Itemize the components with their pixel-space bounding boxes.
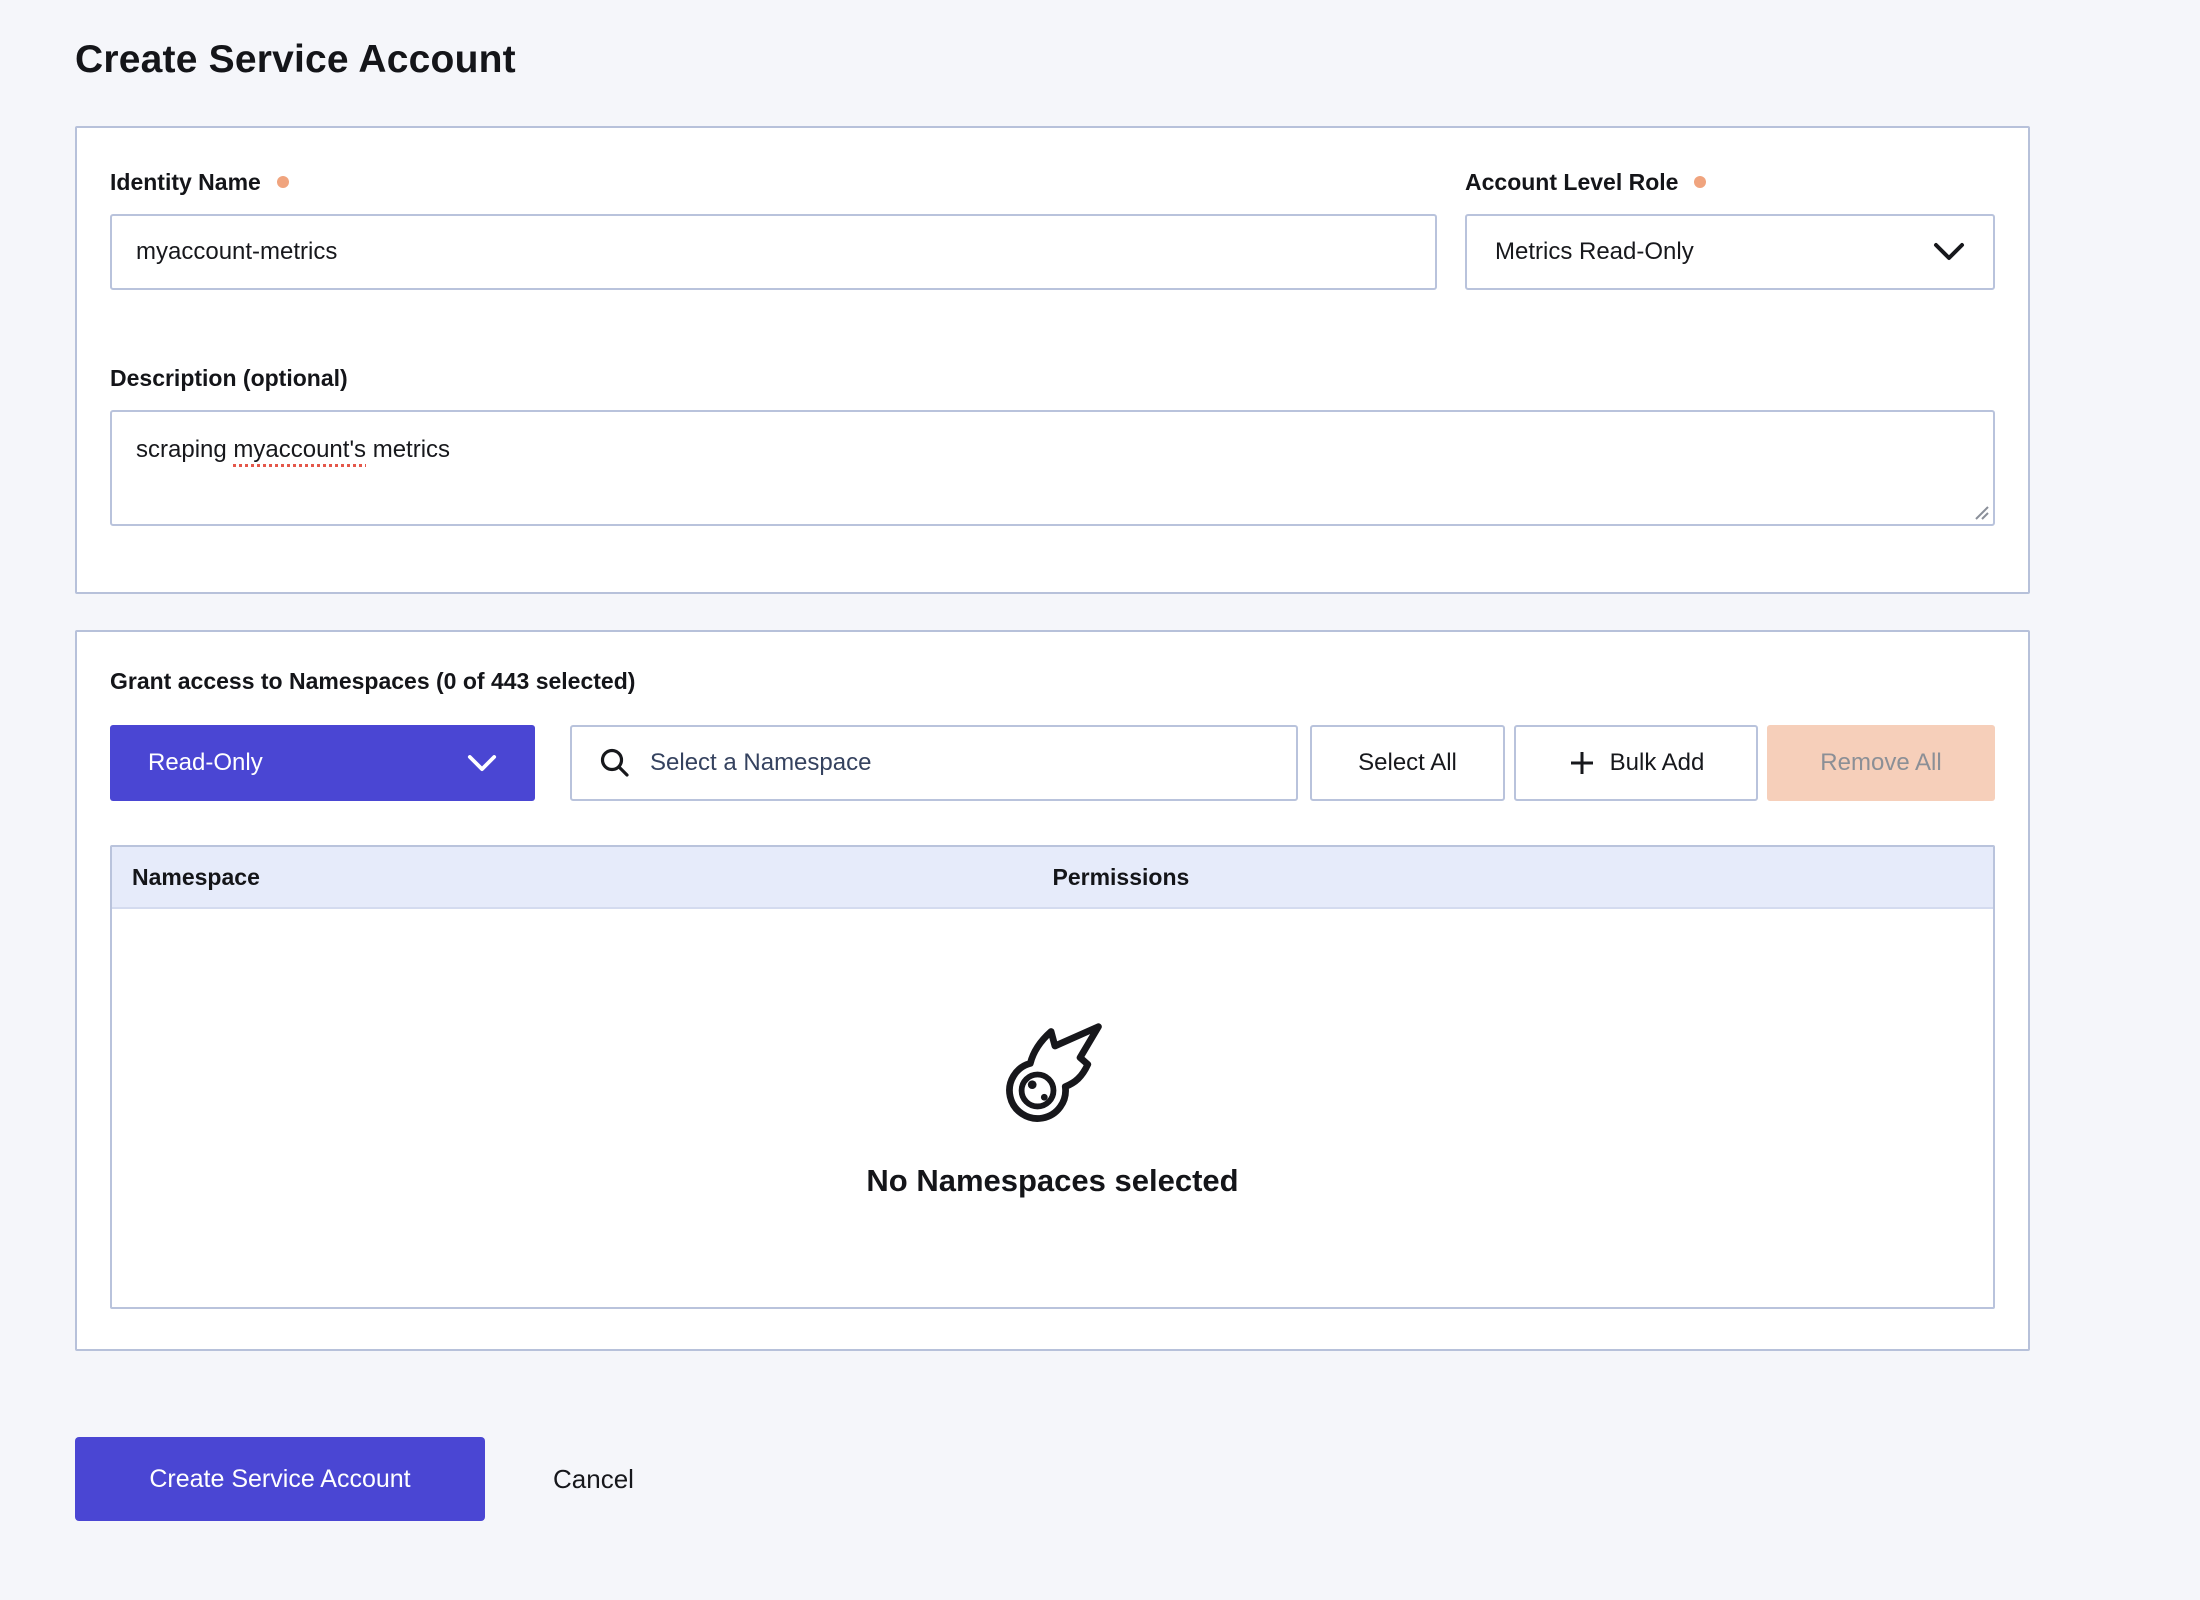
namespaces-empty-state: No Namespaces selected — [112, 909, 1993, 1307]
bulk-add-label: Bulk Add — [1610, 749, 1705, 777]
description-text: scraping — [136, 436, 233, 463]
details-card: Identity Name Account Level Role Metrics… — [75, 126, 2030, 594]
column-header-namespace: Namespace — [112, 864, 1053, 891]
permission-role-dropdown[interactable]: Read-Only — [110, 725, 535, 801]
identity-name-field: Identity Name — [110, 168, 1437, 290]
description-text: metrics — [366, 436, 450, 463]
account-level-role-select[interactable]: Metrics Read-Only — [1465, 214, 1995, 290]
namespace-search-box[interactable] — [570, 725, 1298, 801]
form-actions: Create Service Account Cancel — [75, 1437, 2125, 1521]
description-misspelled-word: myaccount's — [233, 436, 366, 463]
identity-name-input[interactable] — [110, 214, 1437, 290]
account-level-role-field: Account Level Role Metrics Read-Only — [1465, 168, 1995, 290]
namespaces-card: Grant access to Namespaces (0 of 443 sel… — [75, 630, 2030, 1351]
create-service-account-button[interactable]: Create Service Account — [75, 1437, 485, 1521]
description-textarea[interactable]: scraping myaccount's metrics — [110, 410, 1995, 526]
page-title: Create Service Account — [75, 38, 2125, 82]
required-dot-icon — [277, 176, 289, 188]
namespaces-toolbar: Read-Only Select All Bulk Add — [110, 725, 1995, 801]
chevron-down-icon — [1933, 242, 1965, 262]
remove-all-button[interactable]: Remove All — [1767, 725, 1995, 801]
namespaces-table-header: Namespace Permissions — [112, 847, 1993, 909]
bulk-add-button[interactable]: Bulk Add — [1514, 725, 1758, 801]
required-dot-icon — [1694, 176, 1706, 188]
namespaces-table: Namespace Permissions No Namespaces sele… — [110, 845, 1995, 1309]
textarea-resize-handle-icon[interactable] — [1970, 501, 1990, 521]
search-icon — [598, 746, 632, 780]
comet-icon — [994, 1017, 1112, 1133]
plus-icon — [1568, 749, 1596, 777]
description-field: Description (optional) scraping myaccoun… — [110, 364, 1995, 526]
account-level-role-value: Metrics Read-Only — [1495, 238, 1694, 266]
account-level-role-label: Account Level Role — [1465, 169, 1678, 196]
column-header-permissions: Permissions — [1053, 864, 1994, 891]
select-all-button[interactable]: Select All — [1310, 725, 1505, 801]
identity-name-label: Identity Name — [110, 169, 261, 196]
chevron-down-icon — [467, 754, 497, 773]
permission-role-value: Read-Only — [148, 749, 263, 777]
description-label: Description (optional) — [110, 365, 348, 392]
cancel-button[interactable]: Cancel — [553, 1464, 634, 1495]
create-service-account-page: Create Service Account Identity Name Acc… — [0, 0, 2200, 1521]
namespace-search-input[interactable] — [650, 727, 1286, 799]
empty-state-message: No Namespaces selected — [866, 1163, 1238, 1199]
namespaces-heading: Grant access to Namespaces (0 of 443 sel… — [110, 668, 1995, 695]
